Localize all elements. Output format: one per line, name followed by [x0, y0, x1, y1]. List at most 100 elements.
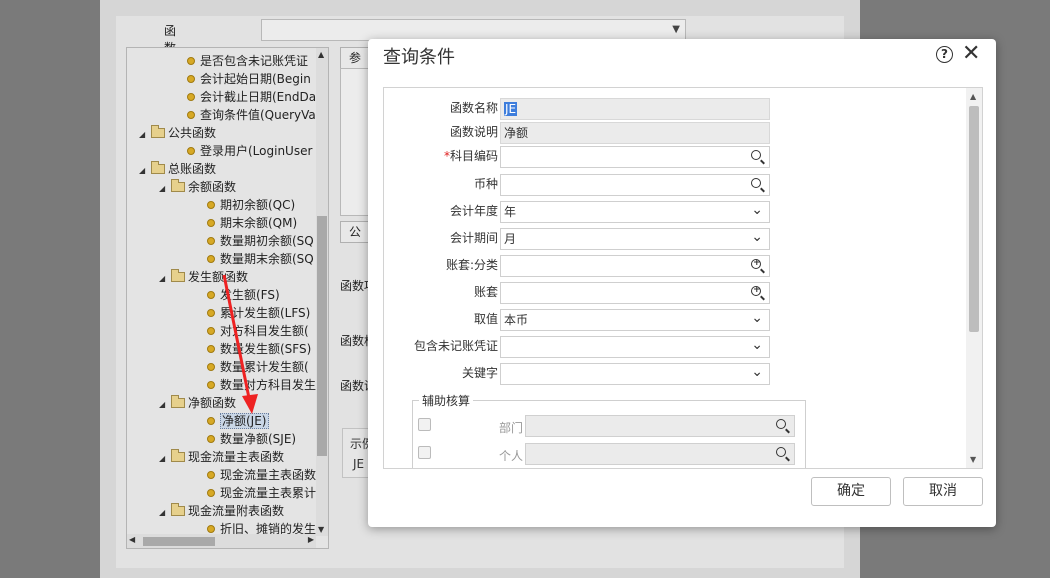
chevron-down-icon[interactable]: ⌄ [751, 362, 763, 382]
function-node-icon [187, 57, 195, 65]
tree-leaf-item[interactable]: 数量期末余额(SQ [207, 250, 314, 268]
tree-item-label: 余额函数 [188, 180, 237, 194]
field-label-text: 函数说明 [449, 125, 498, 139]
auxiliary-accounting-group: 辅助核算 部门 个人 [412, 392, 806, 468]
person-field[interactable] [525, 443, 795, 465]
tree-leaf-item[interactable]: 会计起始日期(Begin [187, 70, 311, 88]
department-field[interactable] [525, 415, 795, 437]
folder-icon [171, 269, 185, 282]
scroll-down-icon[interactable]: ▼ [318, 525, 324, 534]
tree-folder-item[interactable]: ◢ 现金流量主表函数 [159, 448, 284, 466]
tree-folder-item[interactable]: ◢ 公共函数 [139, 124, 216, 142]
scroll-up-icon[interactable]: ▲ [970, 92, 976, 101]
tree-folder-item[interactable]: ◢ 余额函数 [159, 178, 236, 196]
tree-expander-icon[interactable]: ◢ [159, 504, 171, 522]
field-label: 币种 [390, 174, 498, 194]
tree-leaf-item[interactable]: 累计发生额(LFS) [207, 304, 310, 322]
cancel-button[interactable]: 取消 [903, 477, 983, 506]
search-icon[interactable] [750, 177, 766, 193]
tree-item-label: 发生额函数 [188, 270, 249, 284]
field-label: 函数说明 [390, 122, 498, 142]
tree-expander-icon[interactable]: ◢ [159, 180, 171, 198]
field-input[interactable] [500, 174, 770, 196]
folder-icon [151, 161, 165, 174]
tree-leaf-item[interactable]: 数量累计发生额( [207, 358, 309, 376]
tree-leaf-item[interactable]: 期末余额(QM) [207, 214, 297, 232]
tree-leaf-item[interactable]: 期初余额(QC) [207, 196, 295, 214]
tree-expander-icon[interactable]: ◢ [159, 270, 171, 288]
chevron-down-icon[interactable]: ⌄ [751, 200, 763, 220]
field-label-text: 科目编码 [449, 149, 498, 163]
dialog-vertical-scroll-thumb[interactable] [969, 106, 979, 332]
field-input[interactable]: + [500, 282, 770, 304]
tree-leaf-item[interactable]: 数量发生额(SFS) [207, 340, 311, 358]
confirm-button[interactable]: 确定 [811, 477, 891, 506]
tree-leaf-item[interactable]: 登录用户(LoginUser [187, 142, 312, 160]
question-circle-icon[interactable]: ? [936, 46, 953, 63]
tree-horizontal-scroll-thumb[interactable] [143, 537, 215, 546]
field-select[interactable]: 本币 ⌄ [500, 309, 770, 331]
tree-leaf-item[interactable]: 数量净额(SJE) [207, 430, 296, 448]
function-search-select[interactable]: ▼ [261, 19, 686, 41]
dialog-vertical-scrollbar[interactable]: ▲ ▼ [966, 88, 982, 468]
field-input: 净额 [500, 122, 770, 144]
tree-item-label: 是否包含未记账凭证 [200, 54, 309, 68]
tree-expander-icon[interactable]: ◢ [139, 162, 151, 180]
tree-horizontal-scrollbar[interactable]: ◀ ▶ [127, 534, 316, 548]
tree-item-label: 公共函数 [168, 126, 217, 140]
tree-folder-item[interactable]: ◢ 现金流量附表函数 [159, 502, 284, 520]
field-select[interactable]: 月 ⌄ [500, 228, 770, 250]
field-select[interactable]: ⌄ [500, 363, 770, 385]
field-select[interactable]: 年 ⌄ [500, 201, 770, 223]
tree-expander-icon[interactable]: ◢ [139, 126, 151, 144]
tree-expander-icon[interactable]: ◢ [159, 450, 171, 468]
tree-item-label: 对方科目发生额( [220, 324, 309, 338]
tree-folder-item[interactable]: ◢ 发生额函数 [159, 268, 248, 286]
function-node-icon [207, 489, 215, 497]
tree-item-label: 数量累计发生额( [220, 360, 309, 374]
tree-vertical-scroll-thumb[interactable] [317, 216, 327, 456]
field-input[interactable]: + [500, 255, 770, 277]
function-tree[interactable]: 是否包含未记账凭证会计起始日期(Begin 会计截止日期(EndDa 查询条件值(Q… [126, 47, 329, 549]
search-icon[interactable] [775, 418, 791, 434]
tree-leaf-item[interactable]: 是否包含未记账凭证 [187, 52, 308, 70]
scroll-up-icon[interactable]: ▲ [318, 50, 324, 59]
scroll-right-icon[interactable]: ▶ [308, 535, 314, 544]
tree-vertical-scrollbar[interactable]: ▲ ▼ [316, 48, 328, 536]
chevron-down-icon[interactable]: ⌄ [751, 335, 763, 355]
field-select[interactable]: ⌄ [500, 336, 770, 358]
close-icon[interactable]: ✕ [962, 41, 980, 67]
chevron-down-icon[interactable]: ⌄ [751, 227, 763, 247]
tree-leaf-item[interactable]: 现金流量主表累计 [207, 484, 316, 502]
field-label-text: 账套:分类 [445, 258, 498, 272]
tree-item-label: 会计截止日期(EndDa [200, 90, 317, 104]
search-plus-icon[interactable]: + [750, 285, 766, 301]
search-icon[interactable] [775, 446, 791, 462]
department-checkbox[interactable] [418, 418, 431, 431]
tree-item-label: 数量期末余额(SQ [220, 252, 314, 266]
scroll-down-icon[interactable]: ▼ [970, 455, 976, 464]
tree-folder-item[interactable]: ◢ 总账函数 [139, 160, 216, 178]
function-node-icon [207, 219, 215, 227]
search-icon[interactable] [750, 149, 766, 165]
tree-leaf-item[interactable]: 数量对方科目发生 [207, 376, 316, 394]
field-input[interactable] [500, 146, 770, 168]
tree-folder-item[interactable]: ◢ 净额函数 [159, 394, 236, 412]
tree-leaf-item[interactable]: 会计截止日期(EndDa [187, 88, 316, 106]
tree-leaf-item[interactable]: 净额(JE) [207, 412, 269, 430]
tree-leaf-item[interactable]: 查询条件值(QueryVa [187, 106, 316, 124]
tree-expander-icon[interactable]: ◢ [159, 396, 171, 414]
function-node-icon [207, 201, 215, 209]
search-plus-icon[interactable]: + [750, 258, 766, 274]
tree-leaf-item[interactable]: 对方科目发生额( [207, 322, 309, 340]
tree-item-label: 发生额(FS) [220, 288, 280, 302]
function-node-icon [187, 93, 195, 101]
person-checkbox[interactable] [418, 446, 431, 459]
scroll-left-icon[interactable]: ◀ [129, 535, 135, 544]
folder-icon [171, 395, 185, 408]
tree-leaf-item[interactable]: 现金流量主表函数 [207, 466, 316, 484]
tree-leaf-item[interactable]: 发生额(FS) [207, 286, 280, 304]
tree-item-label: 查询条件值(QueryVa [200, 108, 316, 122]
tree-leaf-item[interactable]: 数量期初余额(SQ [207, 232, 314, 250]
chevron-down-icon[interactable]: ⌄ [751, 308, 763, 328]
